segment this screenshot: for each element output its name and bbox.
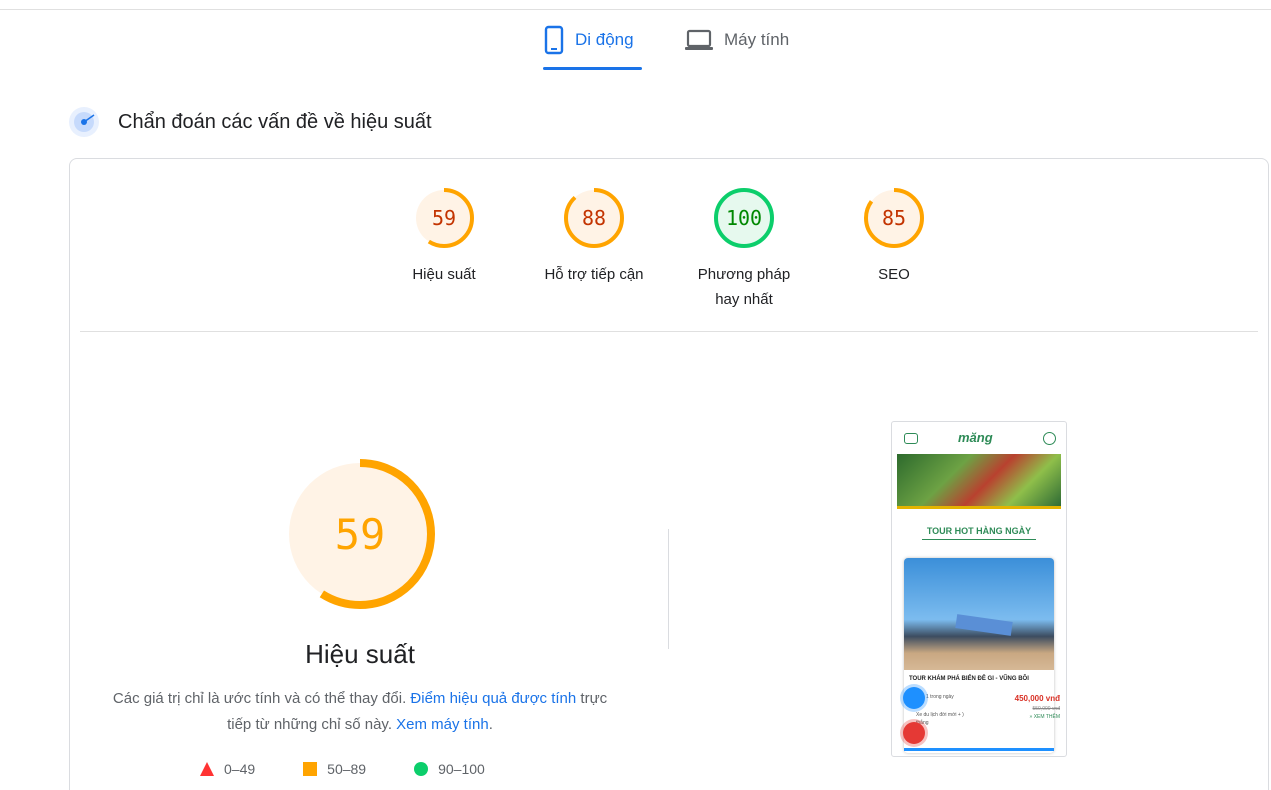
chat-fab-icon [903, 687, 925, 709]
legend-pass-label: 90–100 [438, 761, 485, 777]
gauge-accessibility-label: Hỗ trợ tiếp cận [544, 266, 644, 283]
legend-fail-label: 0–49 [224, 761, 256, 777]
gauge-seo-ring: 85 [864, 188, 924, 248]
thumb-more-link: » XEM THÊM [1029, 714, 1060, 720]
gauge-seo[interactable]: 85 SEO [824, 187, 964, 287]
card-divider [80, 331, 1258, 332]
desc-text-1: Các giá trị chỉ là ước tính và có thể th… [112, 690, 411, 707]
tab-mobile[interactable]: Di động [543, 10, 643, 70]
gauge-performance-ring: 59 [414, 188, 474, 248]
main-score-title: Hiệu suất [305, 639, 415, 669]
tab-mobile-label: Di động [575, 30, 634, 49]
gauge-best-practices-label: Phương pháp hay nhất [697, 266, 791, 308]
thumb-hot-underline [922, 539, 1036, 540]
phone-call-fab-icon [903, 722, 925, 744]
radar-icon [68, 106, 100, 138]
vertical-divider [668, 529, 669, 649]
thumb-header: măng [892, 422, 1066, 454]
section-title: Chẩn đoán các vấn đề về hiệu suất [118, 110, 432, 133]
section-header: Chẩn đoán các vấn đề về hiệu suất [68, 106, 432, 138]
red-triangle-icon [200, 762, 214, 776]
score-calculation-link[interactable]: Điểm hiệu quả được tính [410, 690, 576, 707]
green-circle-icon [414, 762, 429, 776]
gauge-accessibility[interactable]: 88 Hỗ trợ tiếp cận [524, 187, 664, 287]
thumb-bottom-bar [904, 748, 1054, 751]
device-tabs: Di động Máy tính [0, 10, 1271, 70]
desc-text-3: . [488, 716, 493, 733]
legend-average: 50–89 [303, 761, 366, 777]
legend-average-label: 50–89 [327, 761, 367, 777]
view-calculator-link[interactable]: Xem máy tính [396, 716, 489, 733]
score-description: Các giá trị chỉ là ước tính và có thể th… [100, 686, 620, 738]
page-screenshot-thumbnail[interactable]: măng TOUR HOT HÀNG NGÀY TOUR KHÁM PHÁ BI… [891, 421, 1067, 757]
laptop-icon [685, 29, 713, 50]
score-legend: 0–49 50–89 90–100 [200, 761, 485, 777]
thumb-banner-image [897, 454, 1061, 509]
phone-icon [544, 25, 564, 55]
report-card: 59 Hiệu suất 88 Hỗ trợ tiếp cận 100 Phươ… [69, 158, 1269, 790]
gauge-best-practices-ring: 100 [714, 188, 774, 248]
gauge-best-practices[interactable]: 100 Phương pháp hay nhất [674, 187, 814, 312]
gauge-performance[interactable]: 59 Hiệu suất [374, 187, 514, 287]
gauge-accessibility-value: 88 [582, 206, 606, 230]
thumb-meta-1: 1 trong ngày [926, 694, 954, 700]
thumb-search-icon [1043, 432, 1056, 445]
main-score-value: 59 [335, 510, 386, 559]
tab-desktop-label: Máy tính [724, 30, 790, 49]
thumb-menu-icon [904, 433, 918, 444]
legend-pass: 90–100 [414, 761, 485, 777]
thumb-hot-title: TOUR HOT HÀNG NGÀY [926, 526, 1032, 536]
gauge-performance-label: Hiệu suất [412, 266, 476, 283]
main-performance-gauge: 59 [283, 457, 437, 616]
thumb-old-price: 550,000 vnđ [1032, 706, 1060, 712]
legend-fail: 0–49 [200, 761, 255, 777]
thumb-price: 450,000 vnđ [1014, 694, 1060, 703]
orange-square-icon [303, 762, 318, 776]
gauge-seo-value: 85 [882, 206, 906, 230]
thumb-tour-photo [904, 558, 1054, 670]
gauge-best-practices-value: 100 [726, 206, 762, 230]
active-tab-indicator [543, 67, 642, 70]
thumb-tour-title: TOUR KHÁM PHÁ BIỂN ĐÊ GI - VŨNG BÔI [909, 676, 1029, 682]
thumb-meta-2: Xe du lịch đời mới + ) [916, 712, 964, 718]
tab-desktop[interactable]: Máy tính [684, 10, 814, 70]
thumb-logo: măng [958, 430, 993, 445]
gauge-accessibility-ring: 88 [564, 188, 624, 248]
gauge-seo-label: SEO [878, 266, 910, 283]
gauge-performance-value: 59 [432, 206, 456, 230]
